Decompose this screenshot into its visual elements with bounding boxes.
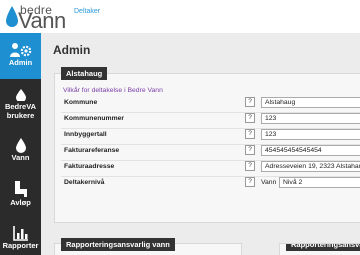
sidebar-item-bedreva-brukere[interactable]: BedreVA brukere — [0, 83, 41, 127]
field-label: Kommunenummer — [64, 115, 125, 122]
panel-header: Rapporteringsansvarlig vann — [61, 238, 175, 251]
wastewater-reporting-panel: Rapporteringsansvarlig avløp — [279, 243, 360, 255]
water-reporting-panel: Rapporteringsansvarlig vann — [54, 238, 242, 255]
field-label: Fakturaadresse — [64, 163, 115, 170]
admin-gear-icon — [9, 43, 31, 57]
sidebar-item-avlop[interactable]: Avløp — [0, 177, 41, 213]
panel-header: Rapporteringsansvarlig avløp — [286, 244, 360, 251]
fakturaadresse-field[interactable]: Adresseveien 19, 2323 Alstahaug — [261, 161, 360, 172]
sidebar-item-rapporter[interactable]: Rapporter — [0, 221, 41, 255]
field-row-deltakerniva: Deltakernivå ? Vann Nivå 2 — [55, 177, 360, 189]
help-button[interactable]: ? — [245, 177, 255, 187]
innbyggertall-field[interactable]: 123 — [261, 129, 360, 140]
field-row-kommune: Kommune ? Alstahaug — [55, 97, 360, 113]
help-button[interactable]: ? — [245, 129, 255, 139]
main-content: Admin Alstahaug Vilkår for deltakelse i … — [41, 33, 360, 255]
logo-tag: Deltaker — [74, 8, 101, 15]
sidebar-item-vann[interactable]: Vann — [0, 133, 41, 169]
field-label: Deltakernivå — [64, 179, 105, 186]
help-button[interactable]: ? — [245, 113, 255, 123]
field-label: Kommune — [64, 99, 98, 106]
top-bar: bedre Deltaker Vann — [0, 0, 360, 33]
participation-level-select[interactable]: Nivå 2 — [279, 177, 360, 188]
sidebar-item-label: Vann — [11, 153, 30, 162]
terms-link[interactable]: Vilkår for deltakelse i Bedre Vann — [63, 87, 163, 94]
sidebar-item-label: Avløp — [10, 198, 31, 207]
sidebar-item-label: Rapporter — [2, 241, 39, 250]
kommune-field[interactable]: Alstahaug — [261, 97, 360, 108]
kommunenummer-field[interactable]: 123 — [261, 113, 360, 124]
logo-word-vann: Vann — [18, 8, 66, 33]
fakturareferanse-field[interactable]: 454545454545454 — [261, 145, 360, 156]
municipality-panel: Alstahaug Vilkår for deltakelse i Bedre … — [54, 67, 360, 223]
help-button[interactable]: ? — [245, 145, 255, 155]
field-label: Innbyggertall — [64, 131, 107, 138]
sidebar-item-label: Admin — [8, 58, 33, 67]
level-prefix: Vann — [261, 179, 277, 186]
field-row-kommunenummer: Kommunenummer ? 123 — [55, 113, 360, 129]
page-title: Admin — [53, 43, 91, 57]
bar-chart-icon — [12, 226, 28, 241]
field-row-innbyggertall: Innbyggertall ? 123 — [55, 129, 360, 145]
field-row-fakturareferanse: Fakturareferanse ? 454545454545454 — [55, 145, 360, 161]
water-tap-icon — [15, 138, 26, 153]
sidebar-item-label: BedreVA brukere — [4, 102, 37, 120]
panel-header: Alstahaug — [61, 67, 108, 80]
field-row-fakturaadresse: Fakturaadresse ? Adresseveien 19, 2323 A… — [55, 161, 360, 177]
help-button[interactable]: ? — [245, 97, 255, 107]
help-button[interactable]: ? — [245, 161, 255, 171]
water-drop-logo-icon — [6, 6, 18, 27]
field-label: Fakturareferanse — [64, 147, 120, 154]
sidebar-item-admin[interactable]: Admin — [0, 33, 41, 79]
sewer-pipe-icon — [14, 181, 27, 197]
users-icon — [15, 89, 26, 101]
sidebar: Admin BedreVA brukere Vann Avløp Rapport… — [0, 33, 41, 255]
